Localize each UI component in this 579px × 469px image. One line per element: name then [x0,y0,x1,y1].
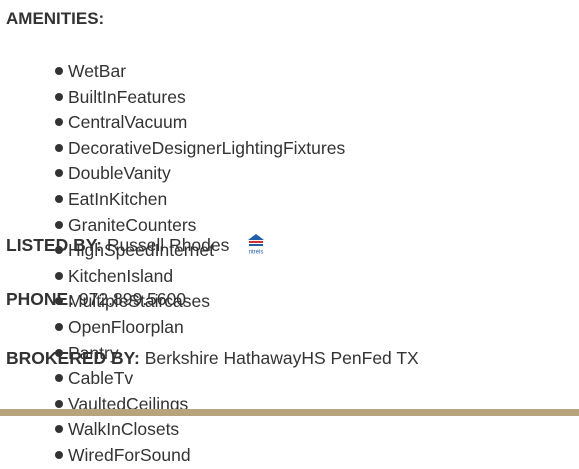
amenity-item: CableTv [55,366,345,392]
bullet-icon [55,169,63,178]
brokered-by-value: Berkshire HathawayHS PenFed TX [144,348,419,368]
listed-by-label: LISTED BY: [6,235,102,255]
amenity-label: BuiltInFeatures [68,86,186,107]
amenity-label: WalkInClosets [68,419,180,440]
amenity-item: DoubleVanity [55,161,345,187]
amenity-item: WalkInClosets [55,417,345,443]
amenities-list: WetBar BuiltInFeatures CentralVacuum Decora… [55,59,345,469]
bullet-icon [55,143,63,152]
amenities-title: AMENITIES: [6,9,105,28]
amenity-item: OpenFloorplan [55,315,345,341]
brokered-by-label: BROKERED BY: [6,348,140,368]
ntreis-logo-text: ntreis [249,250,264,256]
amenity-label: OpenFloorplan [68,316,184,337]
section-divider [0,409,579,416]
brokered-by-line: BROKERED BY: Berkshire HathawayHS PenFed… [6,348,419,368]
amenity-item: WiredForSound [55,443,345,469]
phone-label: PHONE: [6,289,75,309]
phone-value[interactable]: 972.899.5600 [79,289,186,309]
amenity-label: KitchenIsland [68,265,174,286]
amenity-label: WetBar [68,61,127,81]
bullet-icon [55,194,63,203]
amenity-label: EatInKitchen [68,188,168,209]
amenity-item: EatInKitchen [55,187,345,213]
bullet-icon [55,425,63,434]
bullet-icon [55,450,63,459]
amenity-label: CableTv [68,368,134,389]
bullet-icon [55,118,63,127]
amenity-label: DoubleVanity [68,163,171,184]
amenity-item: KitchenIsland [55,264,345,290]
amenity-item: BuiltInFeatures [55,85,345,111]
amenity-item: CentralVacuum [55,110,345,136]
bullet-icon [55,220,63,229]
ntreis-logo-icon: ntreis [244,233,268,256]
phone-line: PHONE: 972.899.5600 [6,289,186,309]
amenity-label: WiredForSound [68,444,191,465]
amenity-label: CentralVacuum [68,112,188,133]
bullet-icon [55,271,63,280]
amenity-label: DecorativeDesignerLightingFixtures [68,137,346,158]
listed-by-line: LISTED BY: Russell Rhodes ntreis [6,233,268,257]
listed-by-value: Russell Rhodes [106,235,230,255]
bullet-icon [55,92,63,101]
amenity-label: GraniteCounters [68,214,197,235]
bullet-icon [55,322,63,331]
amenity-item: DecorativeDesignerLightingFixtures [55,136,345,162]
bullet-icon [55,374,63,383]
amenity-item: WetBar [55,59,345,85]
bullet-icon [55,399,63,408]
bullet-icon [55,67,63,75]
